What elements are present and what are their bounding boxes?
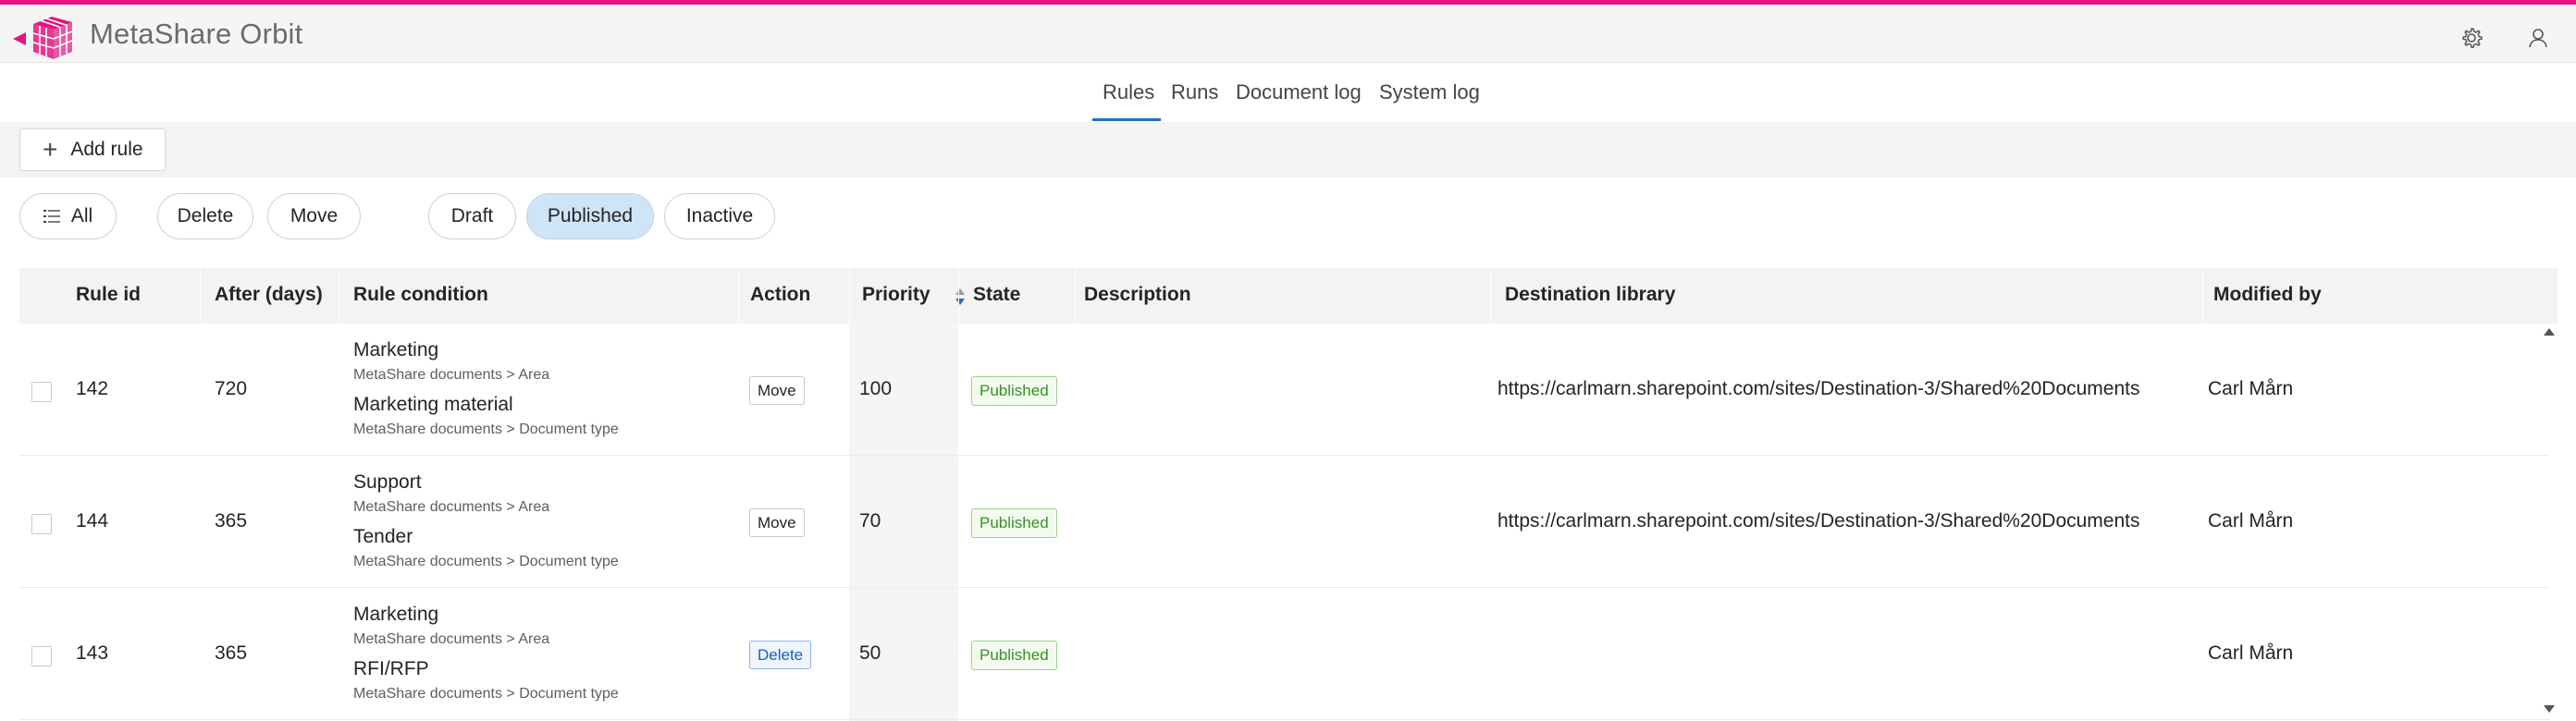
column-header-priority[interactable]: Priority xyxy=(862,284,931,306)
priority-cell: 70 xyxy=(859,510,881,532)
state-badge: Published xyxy=(971,641,1057,670)
add-rule-label: Add rule xyxy=(70,139,143,160)
filter-all-label: All xyxy=(70,205,93,226)
list-icon xyxy=(43,210,60,223)
filter-move-button[interactable]: Move xyxy=(267,193,361,239)
destination-library-cell: https://carlmarn.sharepoint.com/sites/De… xyxy=(1498,510,2140,532)
scroll-up-arrow-icon[interactable] xyxy=(2544,328,2555,336)
column-divider xyxy=(738,268,739,324)
condition-path: MetaShare documents > Document type xyxy=(353,422,619,437)
column-divider xyxy=(200,268,201,324)
sort-icon[interactable] xyxy=(954,287,967,307)
rule-id-cell: 143 xyxy=(76,642,109,664)
add-rule-button[interactable]: + Add rule xyxy=(19,128,166,171)
condition-path: MetaShare documents > Area xyxy=(353,367,550,383)
column-divider xyxy=(1490,268,1491,324)
column-header-action[interactable]: Action xyxy=(750,284,810,306)
tab-system-log[interactable]: System log xyxy=(1379,80,1480,104)
table-header: Rule id After (days) Rule condition Acti… xyxy=(19,268,2558,324)
column-divider xyxy=(849,268,850,324)
column-header-destination-library[interactable]: Destination library xyxy=(1505,284,1675,306)
condition-path: MetaShare documents > Area xyxy=(353,499,550,515)
condition-path: MetaShare documents > Document type xyxy=(353,686,619,702)
row-checkbox[interactable] xyxy=(31,646,52,666)
column-divider xyxy=(958,268,959,324)
filter-all-button[interactable]: All xyxy=(19,193,117,239)
command-bar: + Add rule xyxy=(0,122,2576,177)
active-tab-indicator xyxy=(1092,118,1161,121)
app-header: MetaShare Orbit xyxy=(0,5,2576,63)
back-arrow-icon[interactable] xyxy=(13,32,26,45)
action-badge: Move xyxy=(749,376,805,405)
after-days-cell: 365 xyxy=(215,510,248,532)
condition-path: MetaShare documents > Document type xyxy=(353,554,619,569)
destination-library-cell: https://carlmarn.sharepoint.com/sites/De… xyxy=(1498,378,2140,399)
filter-draft-button[interactable]: Draft xyxy=(428,193,516,239)
rule-id-cell: 144 xyxy=(76,510,109,532)
column-header-rule-condition[interactable]: Rule condition xyxy=(353,284,488,306)
state-badge: Published xyxy=(971,376,1057,406)
table-row[interactable]: 144 365 Support MetaShare documents > Ar… xyxy=(19,456,2549,588)
after-days-cell: 365 xyxy=(215,642,248,664)
logo-cube-icon xyxy=(32,17,73,59)
main-tabs: Rules Runs Document log System log xyxy=(0,63,2576,122)
row-checkbox[interactable] xyxy=(31,382,52,402)
scroll-down-arrow-icon[interactable] xyxy=(2544,705,2555,713)
priority-cell: 100 xyxy=(859,378,893,399)
column-header-rule-id[interactable]: Rule id xyxy=(76,284,141,306)
tab-runs[interactable]: Runs xyxy=(1171,80,1218,104)
action-badge: Move xyxy=(749,508,805,537)
condition-path: MetaShare documents > Area xyxy=(353,631,550,647)
column-divider xyxy=(1075,268,1076,324)
modified-by-cell: Carl Mårn xyxy=(2208,378,2294,399)
filter-delete-button[interactable]: Delete xyxy=(157,193,253,239)
table-row[interactable]: 142 720 Marketing MetaShare documents > … xyxy=(19,324,2549,456)
condition-term: Marketing material xyxy=(353,394,513,415)
column-header-modified-by[interactable]: Modified by xyxy=(2213,284,2322,306)
tab-rules[interactable]: Rules xyxy=(1103,80,1154,104)
filter-inactive-button[interactable]: Inactive xyxy=(664,193,775,239)
user-icon[interactable] xyxy=(2525,25,2551,51)
row-checkbox[interactable] xyxy=(31,514,52,534)
after-days-cell: 720 xyxy=(215,378,248,399)
action-badge: Delete xyxy=(749,641,812,669)
tab-document-log[interactable]: Document log xyxy=(1236,80,1362,104)
filter-published-button[interactable]: Published xyxy=(526,193,654,239)
modified-by-cell: Carl Mårn xyxy=(2208,642,2294,664)
table-row[interactable]: 143 365 Marketing MetaShare documents > … xyxy=(19,588,2549,720)
gear-icon[interactable] xyxy=(2459,25,2484,51)
column-header-description[interactable]: Description xyxy=(1084,284,1191,306)
condition-term: Marketing xyxy=(353,604,439,625)
column-header-after-days[interactable]: After (days) xyxy=(215,284,323,306)
rule-id-cell: 142 xyxy=(76,378,109,399)
condition-term: Support xyxy=(353,471,422,493)
modified-by-cell: Carl Mårn xyxy=(2208,510,2294,532)
condition-term: Marketing xyxy=(353,339,439,360)
plus-icon: + xyxy=(43,135,58,164)
column-header-state[interactable]: State xyxy=(973,284,1020,306)
column-divider xyxy=(2202,268,2203,324)
app-title: MetaShare Orbit xyxy=(90,18,303,50)
condition-term: Tender xyxy=(353,526,413,547)
condition-term: RFI/RFP xyxy=(353,658,429,679)
state-badge: Published xyxy=(971,508,1057,538)
priority-cell: 50 xyxy=(859,642,881,664)
